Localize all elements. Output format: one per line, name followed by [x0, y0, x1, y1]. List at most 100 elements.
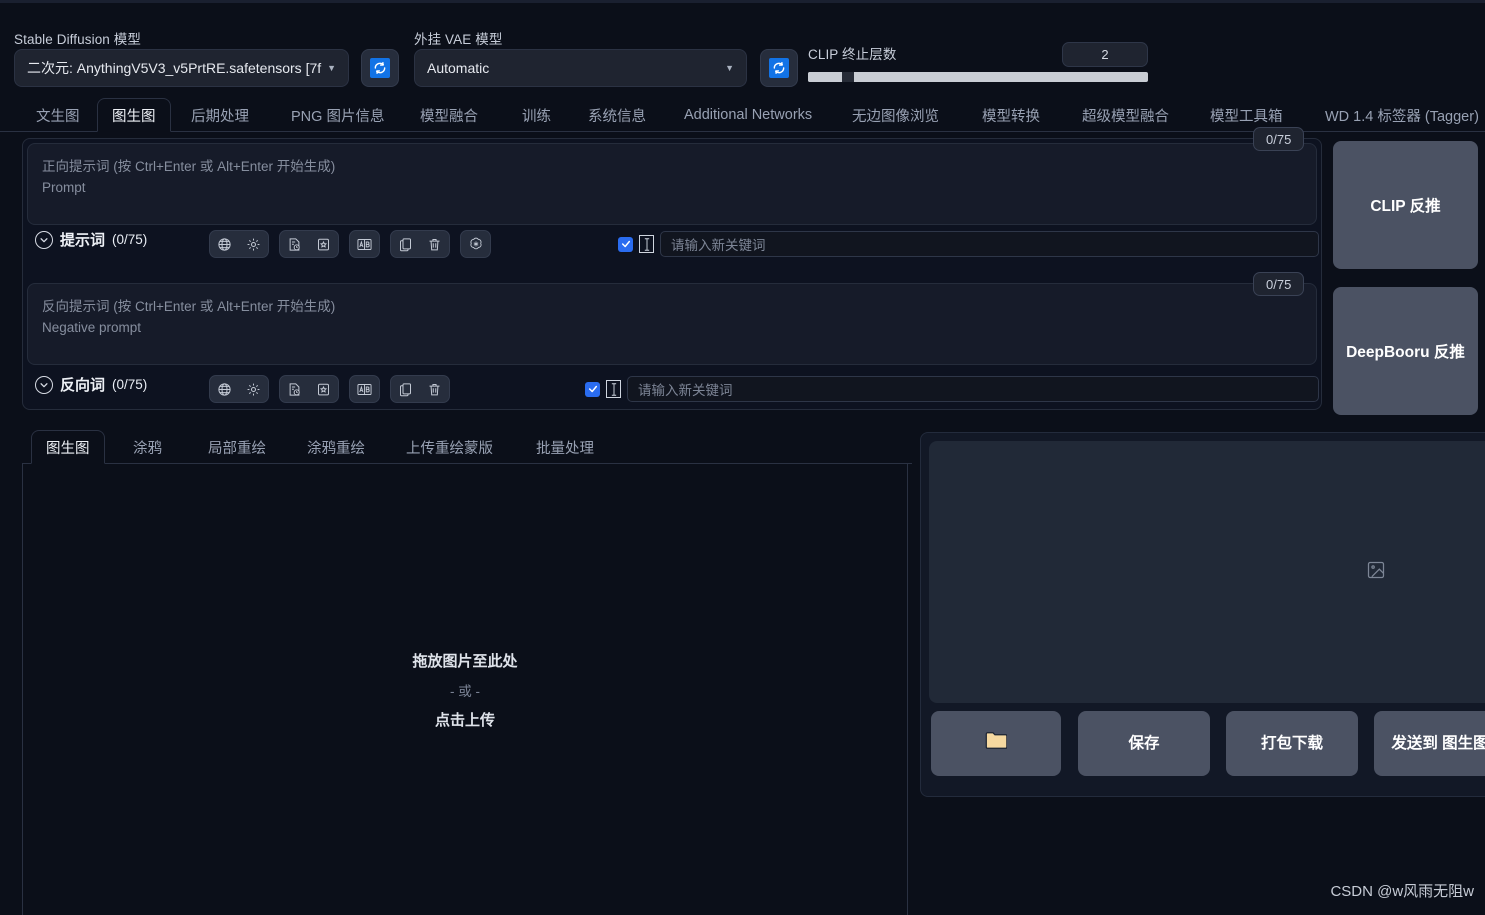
tab-train[interactable]: 训练 [508, 98, 565, 132]
negative-token-badge: 0/75 [1253, 272, 1305, 296]
prompt-panel: 正向提示词 (按 Ctrl+Enter 或 Alt+Enter 开始生成) Pr… [22, 138, 1322, 410]
negative-prompt-accordion-label: 反向词 [60, 377, 106, 394]
globe-icon[interactable] [210, 376, 239, 402]
image-dropzone[interactable]: 拖放图片至此处 - 或 - 点击上传 [22, 464, 908, 915]
negative-keyword-checkbox[interactable] [585, 381, 600, 397]
positive-prompt-accordion[interactable]: 提示词 (0/75) [35, 229, 147, 250]
copy-icon[interactable] [391, 376, 420, 402]
vae-model-label: 外挂 VAE 模型 [414, 32, 503, 47]
negative-keyword-input[interactable]: 请输入新关键词 [627, 376, 1319, 402]
positive-keyword-checkbox[interactable] [618, 236, 633, 252]
negative-prompt-toolbar: 反向词 (0/75) [35, 374, 147, 408]
folder-icon [985, 731, 1008, 756]
positive-keyword-row: 请输入新关键词 [618, 231, 1319, 257]
subtab-batch[interactable]: 批量处理 [522, 430, 608, 464]
negative-keyword-row: 请输入新关键词 [585, 376, 1319, 402]
refresh-sd-model-button[interactable] [361, 49, 399, 87]
trash-icon[interactable] [420, 376, 449, 402]
negative-prompt-placeholder-line2: Negative prompt [42, 320, 142, 335]
recycle-icon [769, 58, 789, 78]
bookmark-star-icon[interactable] [309, 231, 338, 257]
negative-prompt-group-4 [390, 375, 450, 403]
globe-icon[interactable] [210, 231, 239, 257]
tab-supermerger[interactable]: 超级模型融合 [1068, 98, 1183, 132]
negative-prompt-accordion[interactable]: 反向词 (0/75) [35, 374, 147, 395]
chevron-down-icon [35, 230, 53, 249]
img2img-subtab-bar: 图生图 涂鸦 局部重绘 涂鸦重绘 上传重绘蒙版 批量处理 [22, 430, 912, 464]
positive-prompt-group-2 [279, 230, 339, 258]
bookmark-star-icon[interactable] [309, 376, 338, 402]
positive-prompt-accordion-label: 提示词 [60, 232, 106, 249]
negative-prompt-icon-groups [209, 375, 450, 403]
text-cursor-icon[interactable] [606, 380, 621, 398]
result-panel: 保存 打包下载 发送到 图生图 [920, 432, 1485, 797]
negative-prompt-textarea[interactable]: 反向提示词 (按 Ctrl+Enter 或 Alt+Enter 开始生成) Ne… [27, 283, 1317, 365]
positive-keyword-input[interactable]: 请输入新关键词 [660, 231, 1319, 257]
tab-img2img[interactable]: 图生图 [97, 98, 171, 132]
model-selection-row: Stable Diffusion 模型 二次元: AnythingV5V3_v5… [0, 8, 1485, 96]
recycle-icon [370, 58, 390, 78]
tab-png-info[interactable]: PNG 图片信息 [277, 98, 398, 132]
tab-checkpoint-merger[interactable]: 模型融合 [406, 98, 492, 132]
image-placeholder-icon [1366, 560, 1386, 580]
vae-model-dropdown[interactable]: Automatic ▼ [414, 49, 747, 87]
subtab-inpaint[interactable]: 局部重绘 [194, 430, 280, 464]
positive-prompt-group-5 [460, 230, 491, 258]
tab-wd14-tagger[interactable]: WD 1.4 标签器 (Tagger) [1311, 98, 1485, 132]
copy-icon[interactable] [391, 231, 420, 257]
positive-prompt-placeholder-line2: Prompt [42, 180, 86, 195]
refresh-vae-model-button[interactable] [760, 49, 798, 87]
positive-prompt-group-3 [349, 230, 380, 258]
open-folder-button[interactable] [931, 711, 1061, 776]
tab-extras[interactable]: 后期处理 [177, 98, 263, 132]
negative-prompt-token-count: (0/75) [112, 377, 148, 392]
positive-token-badge: 0/75 [1253, 127, 1305, 151]
positive-prompt-group-1 [209, 230, 269, 258]
result-image-area[interactable] [929, 441, 1485, 703]
negative-prompt-group-2 [279, 375, 339, 403]
tab-txt2img[interactable]: 文生图 [22, 98, 94, 132]
negative-prompt-group-3 [349, 375, 380, 403]
positive-prompt-token-count: (0/75) [112, 232, 148, 247]
text-cursor-icon[interactable] [639, 235, 654, 253]
translate-ab-icon[interactable] [350, 231, 379, 257]
gear-icon[interactable] [239, 376, 268, 402]
gear-icon[interactable] [239, 231, 268, 257]
slider-handle[interactable] [842, 72, 854, 82]
subtab-sketch[interactable]: 涂鸦 [119, 430, 176, 464]
sd-model-dropdown[interactable]: 二次元: AnythingV5V3_v5PrtRE.safetensors [7… [14, 49, 349, 87]
window-top-border [0, 0, 1485, 3]
dropzone-line1: 拖放图片至此处 [412, 652, 518, 670]
sd-model-label: Stable Diffusion 模型 [14, 32, 141, 47]
subtab-inpaint-upload[interactable]: 上传重绘蒙版 [392, 430, 507, 464]
send-to-img2img-button[interactable]: 发送到 图生图 [1374, 711, 1485, 776]
history-document-icon[interactable] [280, 231, 309, 257]
chevron-down-icon [35, 375, 53, 394]
clip-skip-value[interactable]: 2 [1062, 42, 1148, 67]
trash-icon[interactable] [420, 231, 449, 257]
openai-spiral-icon[interactable] [461, 231, 490, 257]
chevron-down-icon: ▼ [725, 63, 734, 73]
positive-prompt-textarea[interactable]: 正向提示词 (按 Ctrl+Enter 或 Alt+Enter 开始生成) Pr… [27, 143, 1317, 225]
clip-skip-slider[interactable] [808, 72, 1148, 82]
save-button[interactable]: 保存 [1078, 711, 1210, 776]
deepbooru-interrogate-button[interactable]: DeepBooru 反推 [1333, 287, 1478, 415]
tab-model-converter[interactable]: 模型转换 [968, 98, 1054, 132]
tab-additional-networks[interactable]: Additional Networks [670, 98, 826, 132]
negative-prompt-placeholder-line1: 反向提示词 (按 Ctrl+Enter 或 Alt+Enter 开始生成) [42, 299, 336, 314]
zip-download-button[interactable]: 打包下载 [1226, 711, 1358, 776]
positive-prompt-group-4 [390, 230, 450, 258]
slider-fill [808, 72, 842, 82]
watermark: CSDN @w风雨无阻w [1330, 883, 1474, 900]
tab-system-info[interactable]: 系统信息 [574, 98, 660, 132]
subtab-inpaint-sketch[interactable]: 涂鸦重绘 [293, 430, 379, 464]
positive-prompt-icon-groups [209, 230, 491, 258]
translate-ab-icon[interactable] [350, 376, 379, 402]
history-document-icon[interactable] [280, 376, 309, 402]
sd-model-value: 二次元: AnythingV5V3_v5PrtRE.safetensors [7… [27, 60, 322, 76]
clip-interrogate-button[interactable]: CLIP 反推 [1333, 141, 1478, 269]
dropzone-line2: - 或 - [450, 683, 480, 699]
dropzone-upload-link[interactable]: 点击上传 [435, 709, 495, 730]
tab-infinite-image-browsing[interactable]: 无边图像浏览 [838, 98, 953, 132]
subtab-img2img[interactable]: 图生图 [31, 430, 105, 464]
